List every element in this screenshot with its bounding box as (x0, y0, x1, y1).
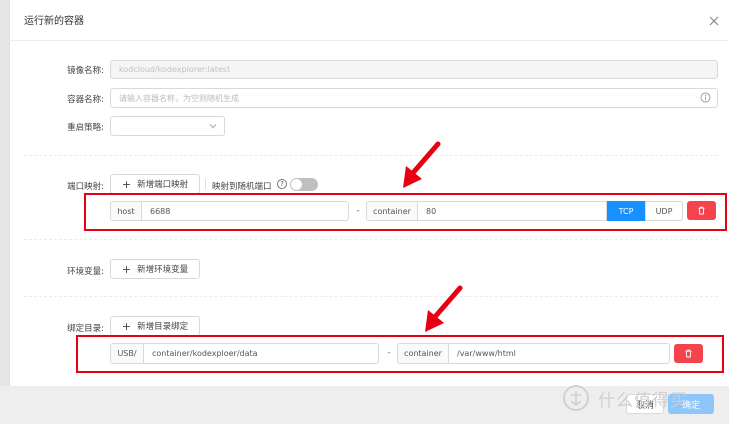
toggle-knob (291, 179, 302, 190)
help-icon[interactable]: ? (277, 179, 287, 189)
red-arrow-annotation (425, 285, 463, 332)
add-env-button[interactable]: + 新增环境变量 (110, 259, 200, 279)
container-name-label: 容器名称: (67, 95, 104, 105)
toolbar-separator (205, 179, 207, 189)
usb-prefix-addon: USB/ (110, 343, 144, 364)
image-name-input: kodcloud/kodexplorer:latest (110, 60, 718, 79)
dialog-title: 运行新的容器 (24, 16, 84, 27)
container-port-input[interactable]: 80 (417, 201, 607, 221)
port-separator: - (356, 206, 360, 216)
add-volume-label: 新增目录绑定 (137, 322, 189, 332)
host-path-input[interactable]: container/kodexploer/data (143, 343, 379, 364)
watermark-text: 什么值得买 (598, 391, 688, 411)
section-divider (24, 239, 718, 240)
delete-volume-button[interactable] (674, 344, 703, 363)
random-port-label: 映射到随机端口 (212, 182, 272, 192)
add-port-button[interactable]: + 新增端口映射 (110, 174, 200, 194)
udp-option[interactable]: UDP (645, 201, 683, 221)
delete-port-button[interactable] (687, 201, 716, 220)
add-port-label: 新增端口映射 (137, 180, 189, 190)
host-port-input[interactable]: 6688 (141, 201, 349, 221)
add-volume-button[interactable]: + 新增目录绑定 (110, 316, 200, 336)
red-arrow-annotation (403, 141, 441, 188)
plus-icon: + (121, 319, 132, 333)
host-addon: host (110, 201, 142, 221)
container-addon: container (366, 201, 418, 221)
env-label: 环境变量: (67, 267, 104, 277)
close-icon[interactable] (708, 15, 720, 27)
chevron-down-icon (208, 121, 218, 131)
section-divider (24, 296, 718, 297)
random-port-toggle[interactable] (290, 178, 318, 191)
plus-icon: + (121, 262, 132, 276)
image-name-label: 镜像名称: (67, 66, 104, 76)
trash-icon (685, 349, 692, 358)
container-path-input[interactable]: /var/www/html (448, 343, 670, 364)
container-path-addon: container (397, 343, 449, 364)
watermark-logo-icon (562, 384, 590, 412)
section-divider (24, 155, 718, 156)
volume-separator: - (387, 348, 391, 358)
volume-label: 绑定目录: (67, 324, 104, 334)
container-name-placeholder: 请输入容器名称，为空则随机生成 (119, 93, 239, 103)
port-mapping-label: 端口映射: (67, 182, 104, 192)
header-divider (9, 40, 729, 41)
page-backdrop (0, 0, 9, 424)
tcp-option[interactable]: TCP (607, 201, 645, 221)
trash-icon (698, 206, 705, 215)
info-icon (700, 92, 711, 103)
plus-icon: + (121, 177, 132, 191)
container-name-input[interactable]: 请输入容器名称，为空则随机生成 (110, 88, 718, 108)
restart-policy-label: 重启策略: (67, 123, 104, 133)
add-env-label: 新增环境变量 (137, 265, 189, 275)
